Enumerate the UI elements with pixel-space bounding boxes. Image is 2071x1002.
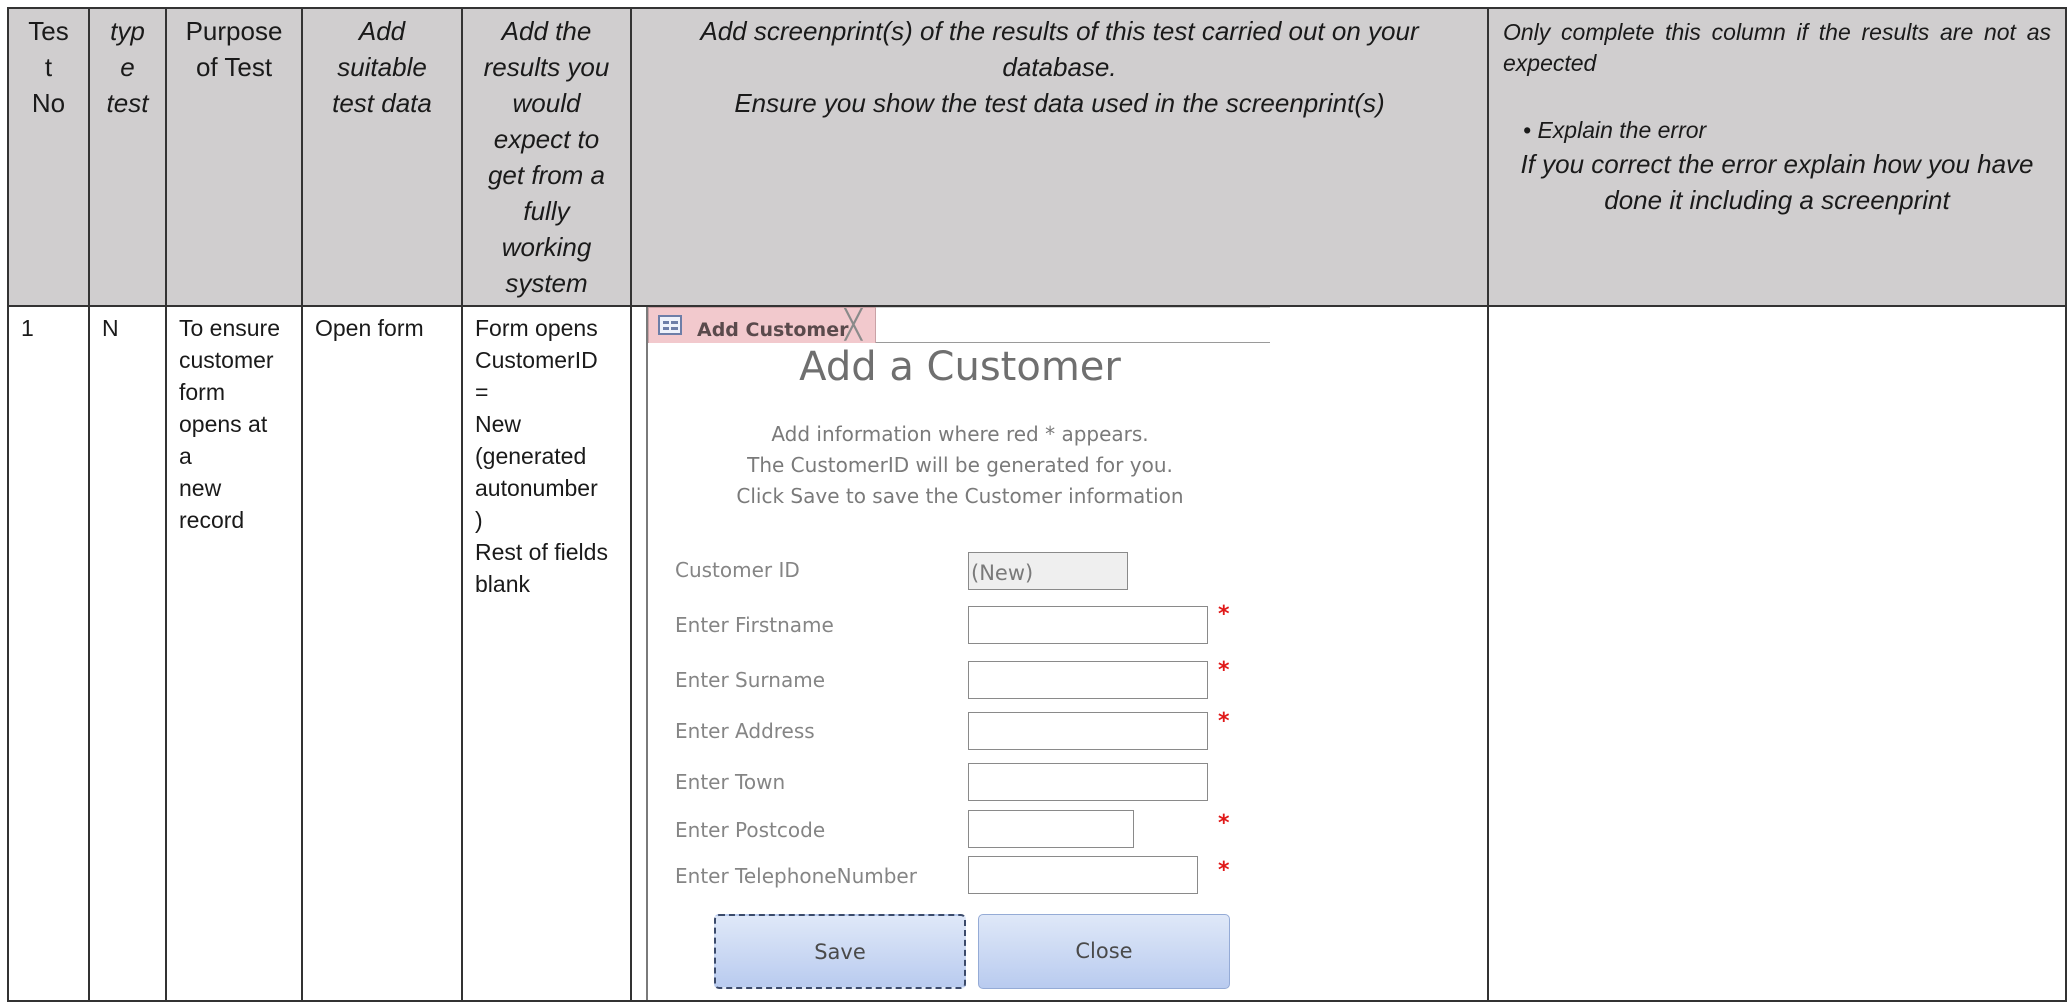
field-label-town: Enter Town	[675, 770, 786, 794]
save-button[interactable]: Save	[714, 914, 966, 989]
firstname-field[interactable]	[968, 606, 1208, 644]
header-screenprint: Add screenprint(s) of the results of thi…	[630, 7, 1489, 307]
header-expected: Add the results you would expect to get fro…	[461, 7, 632, 307]
table-row: 1 N To ensure customer form opens at a new…	[7, 305, 2067, 1002]
cell-screenprint: Add Customer ╳ Add a Customer Add inform…	[630, 305, 1489, 1002]
cell-errors	[1487, 305, 2067, 1002]
header-test-data: Add suitable test data	[301, 7, 463, 307]
errors-intro: Only complete this column if the results…	[1503, 19, 2051, 76]
tab-add-customer[interactable]: Add Customer ╳	[648, 307, 876, 343]
header-purpose: Purpose of Test	[165, 7, 303, 307]
form-instructions: Add information where red * appears. The…	[736, 422, 1184, 508]
telephone-field[interactable]	[968, 856, 1198, 894]
cell-test-data: Open form	[301, 305, 463, 1002]
field-label-surname: Enter Surname	[675, 668, 825, 692]
field-label-address: Enter Address	[675, 719, 815, 743]
errors-correct-1: If you correct the error explain how you…	[1520, 149, 2034, 179]
field-label-postcode: Enter Postcode	[675, 818, 826, 842]
errors-correct-2: done it including a screenprint	[1604, 185, 1950, 215]
field-label-telephone: Enter TelephoneNumber	[675, 864, 917, 888]
surname-field[interactable]	[968, 661, 1208, 699]
required-marker: *	[1218, 811, 1230, 836]
form-icon	[658, 315, 682, 335]
cell-test-no: 1	[7, 305, 90, 1002]
form-screenshot: Add Customer ╳ Add a Customer Add inform…	[646, 307, 1272, 1000]
header-type: typ e test	[88, 7, 167, 307]
cell-purpose: To ensure customer form opens at a new reco…	[165, 305, 303, 1002]
required-marker: *	[1218, 709, 1230, 734]
required-marker: *	[1218, 658, 1230, 683]
required-marker: *	[1218, 858, 1230, 883]
close-icon[interactable]: ╳	[845, 309, 862, 341]
test-table: Tes t No typ e test Purpose of Test Add suitab…	[7, 7, 2067, 1002]
errors-bullet: Explain the error	[1523, 115, 2051, 146]
form-title: Add a Customer	[799, 344, 1121, 390]
field-label-firstname: Enter Firstname	[675, 613, 834, 637]
field-label-customer-id: Customer ID	[675, 558, 800, 582]
cell-expected: Form opens CustomerID = New (generated aut…	[461, 305, 632, 1002]
header-errors: Only complete this column if the results…	[1487, 7, 2067, 307]
required-marker: *	[1218, 602, 1230, 627]
header-row: Tes t No typ e test Purpose of Test Add suitab…	[7, 7, 2067, 307]
address-field[interactable]	[968, 712, 1208, 750]
header-test-no: Tes t No	[7, 7, 90, 307]
town-field[interactable]	[968, 763, 1208, 801]
close-button[interactable]: Close	[978, 914, 1230, 989]
cell-type: N	[88, 305, 167, 1002]
customer-id-field: (New)	[968, 552, 1128, 590]
postcode-field[interactable]	[968, 810, 1134, 848]
